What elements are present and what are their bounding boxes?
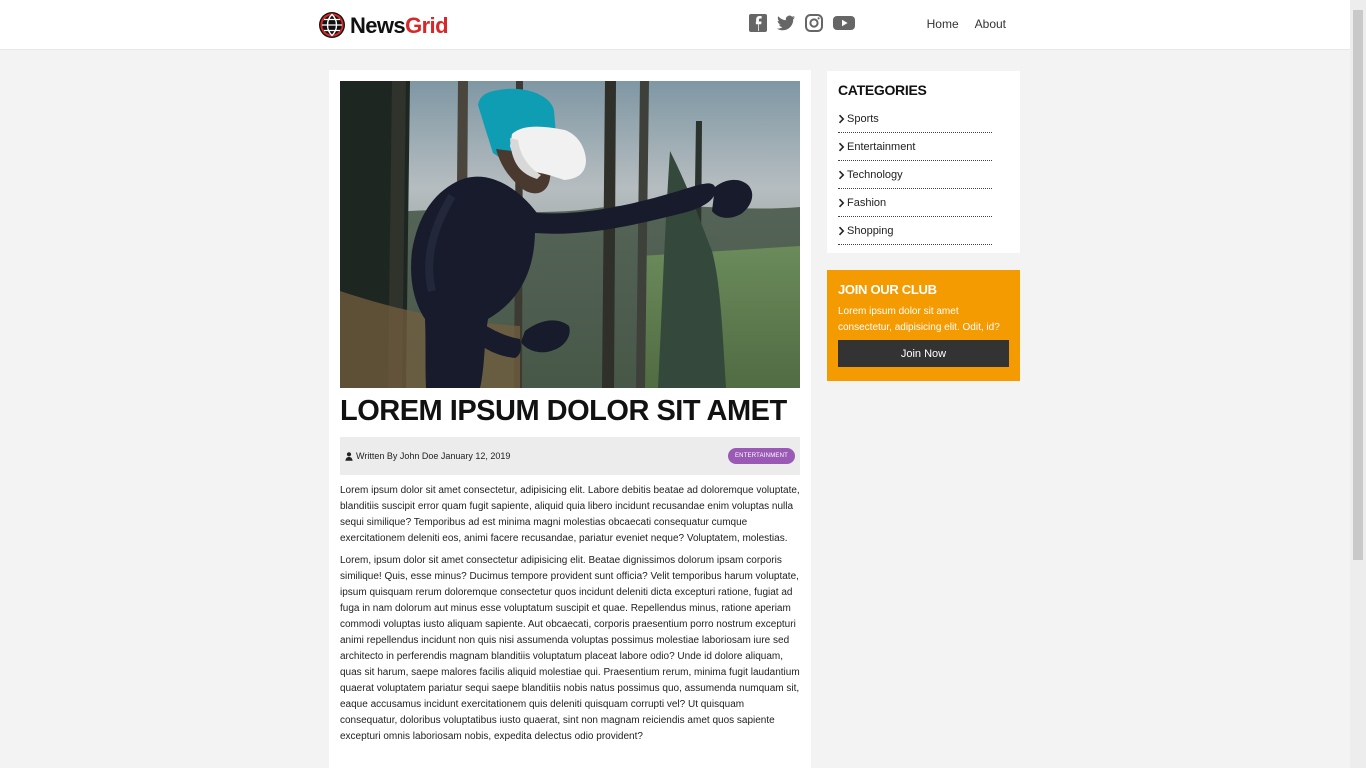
chevron-right-icon — [838, 227, 845, 236]
brand-name-part1: News — [350, 12, 406, 38]
category-item-sports[interactable]: Sports — [838, 106, 992, 134]
article-body: Lorem ipsum dolor sit amet consectetur, … — [340, 483, 800, 745]
globe-icon — [319, 12, 345, 38]
chevron-right-icon — [838, 199, 845, 208]
join-now-button[interactable]: Join Now — [838, 340, 1009, 368]
category-item-technology[interactable]: Technology — [838, 162, 992, 190]
brand-logo[interactable]: NewsGrid — [318, 11, 449, 39]
nav-home-link[interactable]: Home — [927, 17, 959, 31]
chevron-right-icon — [838, 115, 845, 124]
brand-name: NewsGrid — [350, 12, 449, 38]
club-title: Join Our Club — [838, 282, 937, 297]
main-nav: Home About — [927, 17, 1006, 31]
twitter-icon[interactable] — [776, 13, 796, 33]
article-card: Lorem Ipsum Dolor Sit Amet Written By Jo… — [329, 70, 811, 768]
category-label: Shopping — [847, 225, 894, 238]
vertical-scrollbar[interactable] — [1350, 0, 1366, 768]
join-club-widget: Join Our Club Lorem ipsum dolor sit amet… — [827, 270, 1020, 381]
categories-list: Sports Entertainment Technology Fashion … — [838, 106, 992, 246]
article-title: Lorem Ipsum Dolor Sit Amet — [340, 395, 787, 427]
category-item-shopping[interactable]: Shopping — [838, 218, 992, 246]
chevron-right-icon — [838, 171, 845, 180]
nav-about-link[interactable]: About — [975, 17, 1006, 31]
author-date-text: Written By John Doe January 12, 2019 — [356, 451, 511, 462]
vr-headset-photo — [340, 81, 800, 388]
categories-title: Categories — [838, 82, 927, 98]
brand-name-part2: Grid — [405, 12, 448, 38]
article-paragraph: Lorem ipsum dolor sit amet consectetur, … — [340, 485, 800, 545]
category-label: Entertainment — [847, 141, 916, 154]
user-icon — [345, 452, 353, 461]
article-meta: Written By John Doe January 12, 2019 Ent… — [340, 437, 800, 476]
club-description: Lorem ipsum dolor sit amet consectetur, … — [838, 306, 1000, 333]
article-author-date: Written By John Doe January 12, 2019 — [345, 451, 510, 461]
facebook-icon[interactable] — [748, 13, 768, 33]
instagram-icon[interactable] — [804, 13, 824, 33]
category-badge[interactable]: Entertainment — [727, 448, 795, 465]
categories-widget: Categories Sports Entertainment Technolo… — [827, 71, 1020, 253]
category-label: Technology — [847, 169, 903, 182]
social-links — [748, 13, 856, 33]
category-item-entertainment[interactable]: Entertainment — [838, 134, 992, 162]
category-label: Fashion — [847, 197, 887, 210]
article-paragraph: Lorem, ipsum dolor sit amet consectetur … — [340, 555, 800, 743]
category-item-fashion[interactable]: Fashion — [838, 190, 992, 218]
chevron-right-icon — [838, 143, 845, 152]
top-navbar: NewsGrid Home About — [0, 0, 1350, 50]
scrollbar-thumb[interactable] — [1353, 10, 1363, 560]
youtube-icon[interactable] — [832, 13, 856, 33]
category-label: Sports — [847, 113, 879, 126]
